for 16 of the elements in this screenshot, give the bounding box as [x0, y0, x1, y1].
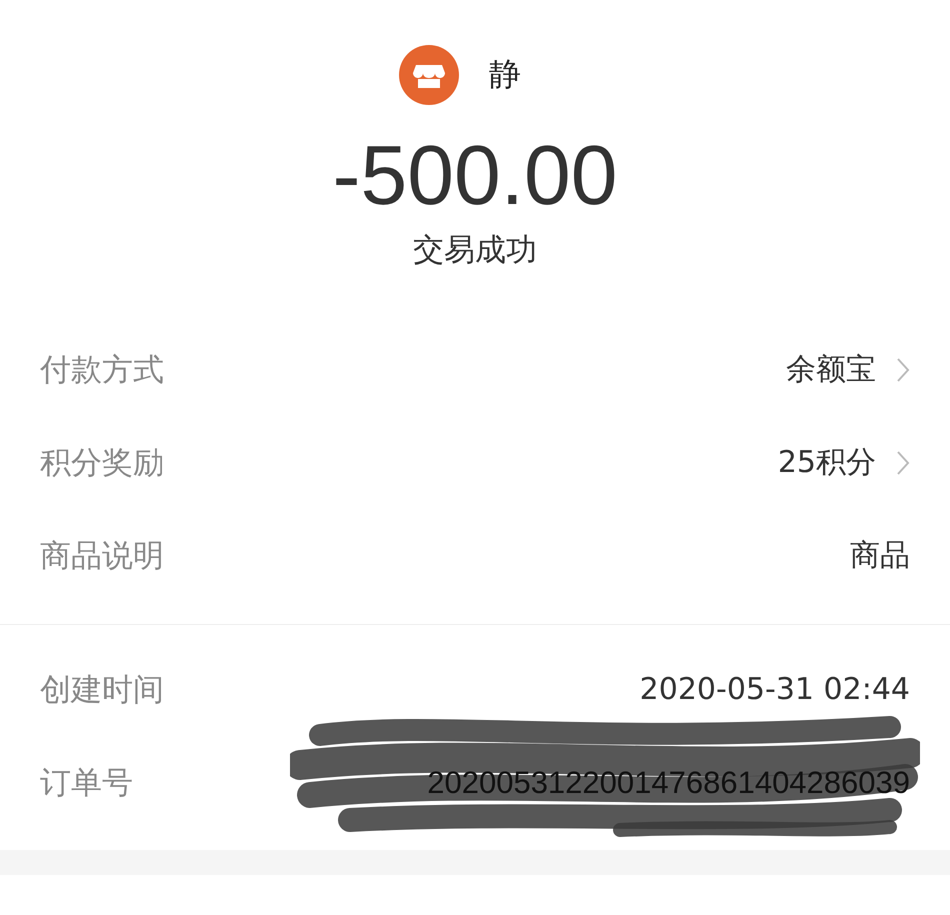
amount: -500.00 [332, 127, 618, 224]
row-label: 订单号 [40, 764, 133, 802]
row-label: 创建时间 [40, 670, 164, 710]
status-text: 交易成功 [412, 231, 538, 270]
row-value: 25积分 [778, 444, 876, 482]
row-value: 2020-05-31 02:44 [640, 672, 910, 707]
row-label: 付款方式 [40, 350, 164, 390]
merchant-name: 静 [489, 54, 521, 95]
row-value: 余额宝 [786, 351, 876, 389]
row-label: 商品说明 [40, 536, 164, 576]
row-value: 2020053122001476861404286039 [427, 764, 910, 800]
chevron-icon[interactable] [896, 356, 910, 382]
shop-icon [399, 45, 459, 105]
chevron-icon[interactable] [896, 450, 910, 476]
row-label: 积分奖励 [40, 444, 164, 482]
row-value: 商品 [850, 537, 910, 575]
